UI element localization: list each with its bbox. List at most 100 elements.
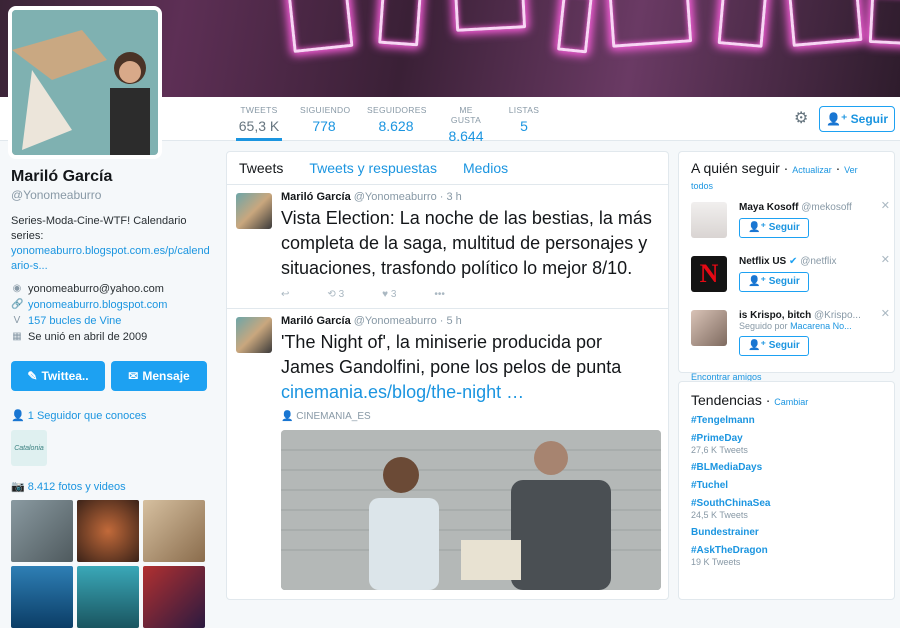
- message-label: Mensaje: [142, 369, 190, 383]
- person-icon: 👤: [281, 411, 294, 422]
- gear-icon[interactable]: ⚙: [794, 108, 808, 128]
- followed-by-link[interactable]: Macarena No...: [790, 321, 852, 331]
- nav-lists[interactable]: LISTAS 5: [508, 105, 540, 134]
- suggested-user-avatar[interactable]: [691, 310, 727, 346]
- photos-videos-link[interactable]: 📷 8.412 fotos y videos: [11, 480, 211, 493]
- nav-following-value: 778: [312, 118, 336, 134]
- profile-avatar[interactable]: [8, 6, 162, 159]
- media-thumb[interactable]: [143, 500, 205, 562]
- retweet-icon: ⟲: [327, 289, 336, 300]
- who-to-follow-header: A quién seguir · Actualizar · Ver todos: [691, 160, 858, 191]
- nav-following-label: SIGUIENDO: [300, 105, 351, 115]
- tweet[interactable]: Mariló García @Yonomeaburro · 5 h 'The N…: [227, 309, 668, 590]
- suggested-user-name[interactable]: Maya Kosoff: [739, 202, 798, 213]
- trends-panel: Tendencias · Cambiar #Tengelmann #PrimeD…: [678, 381, 895, 600]
- tweet-to-button[interactable]: ✎ Twittea..: [11, 361, 105, 391]
- suggested-user[interactable]: Maya Kosoff @mekosoff 👤⁺ Seguir ✕: [691, 200, 890, 246]
- profile-card: Mariló García @Yonomeaburro Series-Moda-…: [11, 168, 211, 628]
- tweet[interactable]: Mariló García @Yonomeaburro · 3 h Vista …: [227, 185, 668, 309]
- trend-item[interactable]: Bundestrainer: [691, 527, 882, 538]
- trend-name: #BLMediaDays: [691, 462, 763, 473]
- tweet-link[interactable]: cinemania.es/blog/the-night …: [281, 382, 524, 402]
- tweet-media-image[interactable]: [281, 430, 661, 590]
- media-thumb[interactable]: [11, 566, 73, 628]
- suggested-user-name[interactable]: Netflix US: [739, 256, 786, 267]
- suggested-user[interactable]: N Netflix US ✔ @netflix 👤⁺ Seguir ✕: [691, 254, 890, 300]
- suggested-follow-label: Seguir: [768, 222, 800, 233]
- close-icon[interactable]: ✕: [881, 199, 890, 212]
- netflix-logo[interactable]: N: [691, 256, 727, 292]
- close-icon[interactable]: ✕: [881, 307, 890, 320]
- person-icon: 👤: [11, 410, 25, 422]
- profile-name: Mariló García: [11, 168, 113, 185]
- suggested-follow-button[interactable]: 👤⁺ Seguir: [739, 272, 809, 292]
- tweet-time[interactable]: · 3 h: [440, 191, 462, 203]
- location-icon: ◉: [12, 283, 22, 294]
- suggested-user[interactable]: is Krispo, bitch @Krispo... Seguido por …: [691, 308, 890, 362]
- reply-icon[interactable]: ↩: [281, 289, 289, 300]
- tab-tweets-replies[interactable]: Tweets y respuestas: [309, 160, 437, 176]
- more-icon[interactable]: •••: [434, 289, 445, 300]
- tweet-time[interactable]: · 5 h: [440, 315, 462, 327]
- close-icon[interactable]: ✕: [881, 253, 890, 266]
- media-thumb[interactable]: [77, 566, 139, 628]
- retweet-action[interactable]: ⟲ 3: [327, 289, 344, 300]
- trend-count: 19 K Tweets: [691, 557, 741, 567]
- profile-bio-link[interactable]: yonomeaburro.blogspot.com.es/p/calendari…: [11, 245, 210, 272]
- trend-item[interactable]: #PrimeDay 27,6 K Tweets: [691, 433, 882, 455]
- suggested-user-handle: @Krispo...: [814, 310, 861, 321]
- trend-item[interactable]: #AskTheDragon 19 K Tweets: [691, 545, 882, 567]
- trend-item[interactable]: #Tuchel: [691, 480, 882, 491]
- suggested-user-name[interactable]: is Krispo, bitch: [739, 310, 811, 321]
- tweet-author[interactable]: Mariló García: [281, 191, 351, 203]
- nav-tweets[interactable]: TWEETS 65,3 K: [236, 105, 282, 141]
- profile-website[interactable]: yonomeaburro.blogspot.com: [28, 297, 167, 313]
- nav-followers-value: 8.628: [378, 118, 414, 134]
- heart-icon: ♥: [382, 289, 389, 300]
- photos-videos-label: 8.412 fotos y videos: [27, 481, 126, 493]
- suggested-follow-button[interactable]: 👤⁺ Seguir: [739, 218, 809, 238]
- tweet-avatar[interactable]: [236, 317, 272, 353]
- tweet-to-label: Twittea..: [41, 369, 89, 383]
- nav-following[interactable]: SIGUIENDO 778: [300, 105, 351, 134]
- trend-item[interactable]: #BLMediaDays: [691, 462, 882, 473]
- trend-name: #SouthChinaSea: [691, 498, 771, 509]
- profile-handle[interactable]: @Yonomeaburro: [11, 188, 211, 202]
- message-button[interactable]: ✉ Mensaje: [111, 361, 207, 391]
- media-thumb[interactable]: [77, 500, 139, 562]
- change-trends-link[interactable]: Cambiar: [774, 397, 808, 407]
- trend-item[interactable]: #SouthChinaSea 24,5 K Tweets: [691, 498, 882, 520]
- who-to-follow: A quién seguir · Actualizar · Ver todos …: [678, 151, 895, 382]
- add-user-icon: 👤⁺: [826, 112, 848, 126]
- media-thumb[interactable]: [143, 566, 205, 628]
- profile-vine[interactable]: 157 bucles de Vine: [28, 313, 121, 329]
- tweet-avatar[interactable]: [236, 193, 272, 229]
- follow-label: Seguir: [850, 112, 888, 126]
- who-to-follow-title: A quién seguir: [691, 160, 780, 176]
- trend-count: 24,5 K Tweets: [691, 510, 748, 520]
- known-follower-avatar[interactable]: Catalonia: [11, 430, 47, 466]
- like-action[interactable]: ♥ 3: [382, 289, 396, 300]
- tweet-header: Mariló García @Yonomeaburro · 5 h: [281, 315, 658, 327]
- tweet-source[interactable]: 👤 CINEMANIA_ES: [281, 411, 658, 422]
- follow-button[interactable]: 👤⁺ Seguir: [819, 106, 895, 132]
- suggested-follow-button[interactable]: 👤⁺ Seguir: [739, 336, 809, 356]
- suggested-user-handle: @mekosoff: [801, 202, 852, 213]
- trend-name: #PrimeDay: [691, 433, 743, 444]
- nav-followers[interactable]: SEGUIDORES 8.628: [367, 105, 426, 134]
- known-followers[interactable]: 👤 1 Seguidor que conoces: [11, 409, 211, 422]
- trend-name: Bundestrainer: [691, 527, 759, 538]
- tweet-author[interactable]: Mariló García: [281, 315, 351, 327]
- trends-title: Tendencias: [691, 392, 762, 408]
- tweet-text: Vista Election: La noche de las bestias,…: [281, 208, 652, 278]
- tab-media[interactable]: Medios: [463, 160, 508, 176]
- profile-email: yonomeaburro@yahoo.com: [28, 283, 164, 295]
- tweet-handle: @Yonomeaburro: [353, 191, 437, 203]
- trend-item[interactable]: #Tengelmann: [691, 415, 882, 426]
- suggested-user-avatar[interactable]: [691, 202, 727, 238]
- tab-tweets[interactable]: Tweets: [239, 160, 283, 176]
- nav-likes-label: ME GUSTA: [450, 105, 482, 125]
- nav-likes[interactable]: ME GUSTA 8.644: [443, 105, 489, 144]
- media-thumb[interactable]: [11, 500, 73, 562]
- refresh-link[interactable]: Actualizar: [792, 165, 832, 175]
